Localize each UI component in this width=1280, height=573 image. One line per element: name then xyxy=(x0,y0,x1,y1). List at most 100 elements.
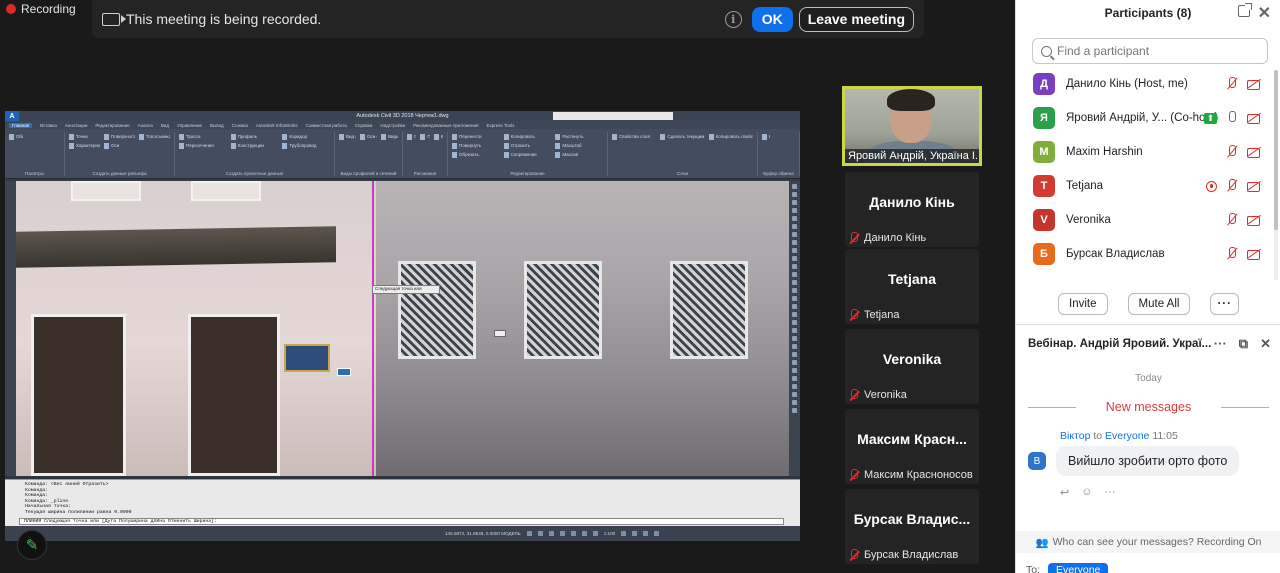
ribbon-command[interactable]: Оси xyxy=(104,143,135,149)
ribbon-command[interactable]: Копировать свойства слоя xyxy=(708,134,753,140)
ribbon-command[interactable]: Обрезать xyxy=(452,152,500,158)
more-options-button[interactable]: ··· xyxy=(1210,293,1239,315)
ribbon-panel-title[interactable]: Редактирование xyxy=(448,171,607,176)
ribbon-command[interactable]: Оси сечений xyxy=(360,134,377,140)
ribbon-command[interactable]: Область инструментов xyxy=(9,134,23,140)
ribbon-command[interactable]: Трубопровод xyxy=(282,143,330,149)
recipient-dropdown[interactable]: Everyone xyxy=(1048,563,1109,573)
acad-search-box[interactable] xyxy=(553,112,673,120)
ribbon-tab[interactable]: Вывод xyxy=(210,123,224,128)
participant-row[interactable]: M Maxim Harshin xyxy=(1016,135,1280,169)
ribbon-command[interactable]: Отрезок xyxy=(407,134,416,140)
ribbon-command[interactable]: Поверхности xyxy=(104,134,135,140)
mic-muted-icon[interactable] xyxy=(1225,145,1239,159)
status-scale[interactable]: 1:100 xyxy=(604,531,616,536)
close-icon[interactable]: ✕ xyxy=(1258,3,1271,23)
ribbon-tab[interactable]: Autodesk InfraWorks xyxy=(256,123,298,128)
ribbon-command[interactable]: Перенести xyxy=(452,134,500,140)
message-sender[interactable]: Віктор xyxy=(1060,430,1090,442)
ribbon-command[interactable]: Точки xyxy=(69,134,100,140)
drawing-canvas[interactable]: Следующая точка или xyxy=(16,181,789,476)
ribbon-panel-title[interactable]: Палитры xyxy=(5,171,64,176)
ribbon-command[interactable]: Отразить xyxy=(503,143,552,149)
ribbon-tab[interactable]: Справка xyxy=(355,123,373,128)
ribbon-command[interactable]: Вставить xyxy=(762,134,770,140)
ribbon-command[interactable]: Полилиния xyxy=(420,134,430,140)
participant-row[interactable]: Я Яровий Андрій, У... (Co-host) ⬆ xyxy=(1016,101,1280,135)
chat-recipient-row: To: Everyone xyxy=(1026,563,1109,573)
close-icon[interactable]: ✕ xyxy=(1260,336,1271,352)
ribbon-tab[interactable]: Управление xyxy=(177,123,202,128)
more-icon[interactable]: ··· xyxy=(1214,336,1227,352)
ribbon-command[interactable]: Сделать текущим xyxy=(660,134,704,140)
ribbon-tab[interactable]: Express Tools xyxy=(487,123,515,128)
message-bubble[interactable]: Вийшло зробити орто фото xyxy=(1056,446,1240,476)
ribbon-command[interactable]: Растянуть xyxy=(555,134,603,140)
mic-muted-icon[interactable] xyxy=(1225,77,1239,91)
ribbon-command[interactable]: Трасса xyxy=(179,134,227,140)
ribbon-panel-title[interactable]: Создать проектные данные xyxy=(175,171,334,176)
ribbon-command[interactable]: Конструкции xyxy=(230,143,279,149)
ribbon-tab[interactable]: Анализ xyxy=(138,123,153,128)
mic-icon[interactable] xyxy=(1225,111,1239,125)
chat-visibility-notice[interactable]: 👥 Who can see your messages? Recording O… xyxy=(1016,531,1280,553)
ribbon-command[interactable]: Профиль xyxy=(230,134,279,140)
ribbon-command[interactable]: Топосъемка xyxy=(139,134,170,140)
popout-icon[interactable] xyxy=(1238,3,1252,17)
ribbon-command[interactable]: Пересечения xyxy=(179,143,227,149)
info-icon[interactable]: i xyxy=(724,10,742,28)
ribbon-tab[interactable]: Рекомендованные приложения xyxy=(413,123,478,128)
ribbon-command[interactable]: Круг xyxy=(433,134,443,140)
participant-search-input[interactable]: Find a participant xyxy=(1032,38,1268,64)
participant-tile[interactable]: Бурсак Владис... Бурсак Владислав xyxy=(845,489,979,564)
participant-tile[interactable]: Данило Кінь Данило Кінь xyxy=(845,172,979,247)
ribbon-tab[interactable]: Вид xyxy=(161,123,169,128)
ribbon-tab[interactable]: Редактирование xyxy=(95,123,129,128)
active-speaker-video[interactable]: Яровий Андрій, Україна І... xyxy=(842,86,982,166)
ribbon-command[interactable]: Сопряжение xyxy=(503,152,552,158)
participant-tile[interactable]: Tetjana Tetjana xyxy=(845,249,979,324)
ribbon-tab[interactable]: Аннотации xyxy=(65,123,88,128)
ribbon-panel-title[interactable]: Создать данные рельефа xyxy=(65,171,174,176)
ribbon-tab[interactable]: Съемка xyxy=(232,123,248,128)
ribbon-tab[interactable]: Главная xyxy=(9,122,33,128)
popout-icon[interactable]: ⧉ xyxy=(1239,336,1248,352)
ribbon-tab[interactable]: Вставка xyxy=(40,123,57,128)
ribbon-command[interactable]: Массив xyxy=(555,152,603,158)
participant-row[interactable]: V Veronika xyxy=(1016,203,1280,237)
ok-button[interactable]: OK xyxy=(751,6,793,32)
ribbon-command[interactable]: Характерная линия xyxy=(69,143,100,149)
command-input[interactable]: ПЛИНИЯ Следующая точка или [Дуга Полушир… xyxy=(19,518,784,525)
ribbon-panel-title[interactable]: Виды профилей и сечений xyxy=(335,171,402,176)
ribbon-command[interactable]: Копировать xyxy=(503,134,552,140)
participant-row[interactable]: Д Данило Кінь (Host, me) xyxy=(1016,67,1280,101)
ribbon-command[interactable]: Вид профиля xyxy=(339,134,356,140)
participant-tile[interactable]: Veronika Veronika xyxy=(845,329,979,404)
leave-meeting-button[interactable]: Leave meeting xyxy=(798,6,914,32)
mute-all-button[interactable]: Mute All xyxy=(1127,293,1191,315)
ribbon-tab[interactable]: Совместная работа xyxy=(306,123,347,128)
ribbon-command[interactable]: Свойства слоя xyxy=(612,134,656,140)
ribbon-panel-title[interactable]: Слои xyxy=(608,171,757,176)
shared-screen[interactable]: A Autodesk Civil 3D 2018 Чертеж1.dwg Гла… xyxy=(5,111,800,541)
mic-muted-icon[interactable] xyxy=(1225,213,1239,227)
more-icon[interactable]: ··· xyxy=(1104,486,1115,499)
reply-icon[interactable]: ↩ xyxy=(1060,486,1069,499)
ribbon-command[interactable]: Коридор xyxy=(282,134,330,140)
recording-indicator[interactable]: Recording xyxy=(6,0,76,18)
participant-scrollbar[interactable] xyxy=(1274,70,1278,280)
invite-button[interactable]: Invite xyxy=(1058,293,1108,315)
ribbon-panel-title[interactable]: Рисование xyxy=(403,171,447,176)
ribbon-command[interactable]: Повернуть xyxy=(452,143,500,149)
mic-muted-icon[interactable] xyxy=(1225,247,1239,261)
emoji-icon[interactable]: ☺ xyxy=(1081,486,1092,499)
participant-row[interactable]: T Tetjana xyxy=(1016,169,1280,203)
mic-muted-icon[interactable] xyxy=(1225,179,1239,193)
ribbon-command[interactable]: Виды сечения xyxy=(381,134,398,140)
ribbon-tab[interactable]: Надстройки xyxy=(380,123,405,128)
participant-tile[interactable]: Максим Красн... Максим Красноносов xyxy=(845,409,979,484)
annotate-pen-button[interactable]: ✎ xyxy=(17,530,47,560)
participant-row[interactable]: Б Бурсак Владислав xyxy=(1016,237,1280,271)
ribbon-command[interactable]: Масштаб xyxy=(555,143,603,149)
ribbon-panel-title[interactable]: Буфер обмена xyxy=(758,171,799,176)
